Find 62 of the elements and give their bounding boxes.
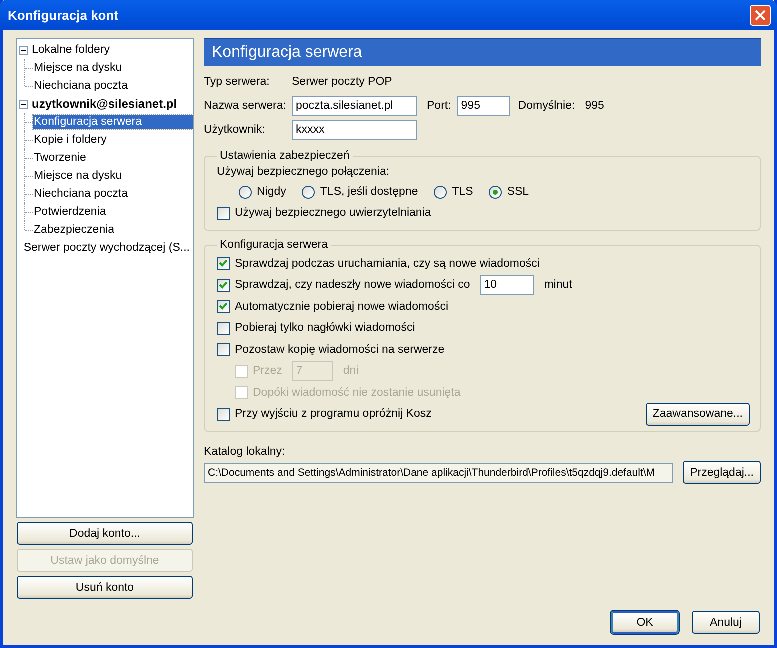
checkbox-label: Sprawdzaj podczas uruchamiania, czy są nowe wiadomości (235, 258, 540, 270)
dialog-button[interactable]: OK (611, 611, 679, 634)
checkbox-label: Używaj bezpiecznego uwierzytelniania (235, 207, 432, 219)
input-field[interactable]: 10 (480, 275, 534, 296)
field-label: Port: (427, 100, 452, 112)
checkbox[interactable] (217, 300, 230, 314)
checkbox[interactable] (217, 206, 230, 220)
unit-label: dni (343, 365, 359, 378)
group-title: Ustawienia zabezpieczeń (219, 150, 351, 162)
unit-label: minut (544, 279, 572, 292)
default-port-value: 995 (585, 100, 604, 112)
checkbox-label: Sprawdzaj, czy nadeszły nowe wiadomości co (235, 279, 470, 292)
radio-option[interactable]: TLS, jeśli dostępne (302, 186, 418, 198)
close-button[interactable] (750, 4, 771, 26)
checkbox-label: Pozostaw kopię wiadomości na serwerze (235, 344, 445, 356)
tree-item[interactable]: Miejsce na dysku (33, 61, 126, 75)
panel-header: Konfiguracja serwera (204, 38, 761, 66)
tree-item[interactable]: Tworzenie (33, 151, 90, 165)
browse-button[interactable]: Przeglądaj... (683, 461, 761, 484)
close-icon (755, 10, 766, 20)
radio-option[interactable]: Nigdy (239, 186, 286, 198)
checkbox[interactable] (217, 257, 230, 270)
window-title: Konfiguracja kont (8, 8, 120, 22)
expander-icon[interactable] (19, 100, 28, 108)
tree-item[interactable]: Potwierdzenia (33, 205, 110, 219)
dialog-button[interactable]: Anuluj (692, 611, 760, 634)
checkbox[interactable] (217, 322, 230, 335)
input-field[interactable]: poczta.silesianet.pl (292, 96, 417, 116)
field-label: Domyślnie: (518, 100, 576, 112)
radio-option[interactable]: SSL (489, 186, 530, 198)
group-title: Konfiguracja serwera (219, 239, 330, 251)
path-field[interactable]: C:\Documents and Settings\Administrator\Dane aplikacji\Thunderbird\Profiles\t5qzdqj9.default\M (204, 462, 674, 482)
tree-item[interactable]: Zabezpieczenia (33, 223, 118, 237)
checkbox-label: Przy wyjściu z programu opróżnij Kosz (235, 408, 432, 420)
field-label: Katalog lokalny: (204, 446, 286, 458)
checkbox[interactable] (217, 408, 230, 421)
tree-item[interactable]: Lokalne foldery (31, 43, 113, 57)
checkbox-label: Pobieraj tylko nagłówki wiadomości (235, 322, 416, 334)
tree-item[interactable]: Konfiguracja serwera (33, 115, 193, 129)
tree-item[interactable]: uzytkownik@silesianet.pl (31, 96, 180, 112)
account-button[interactable]: Usuń konto (17, 576, 193, 600)
field-label: Typ serwera: (204, 76, 271, 88)
server-type-value: Serwer poczty POP (292, 76, 392, 88)
checkbox-label: Przez (253, 365, 282, 378)
checkbox-label: Automatycznie pobieraj nowe wiadomości (235, 300, 448, 313)
checkbox-label: Dopóki wiadomość nie zostanie usunięta (253, 386, 461, 399)
expander-icon[interactable] (19, 46, 28, 54)
input-field[interactable]: kxxxx (292, 120, 417, 140)
tree-item[interactable]: Kopie i foldery (33, 133, 110, 147)
account-button[interactable]: Dodaj konto... (17, 522, 193, 546)
tree-item[interactable]: Miejsce na dysku (33, 169, 126, 183)
radio-option[interactable]: TLS (434, 186, 474, 198)
input-field[interactable]: 995 (457, 96, 510, 116)
radio-prompt: Używaj bezpiecznego połączenia: (217, 166, 391, 178)
checkbox[interactable] (217, 343, 230, 356)
tree-item[interactable]: Serwer poczty wychodzącej (S... (22, 241, 193, 255)
field-label: Nazwa serwera: (204, 100, 288, 112)
field-label: Użytkownik: (204, 124, 266, 136)
advanced-button[interactable]: Zaawansowane... (646, 402, 750, 426)
tree-item[interactable]: Niechciana poczta (33, 187, 131, 201)
tree-item[interactable]: Niechciana poczta (33, 79, 131, 93)
checkbox[interactable] (217, 278, 230, 292)
